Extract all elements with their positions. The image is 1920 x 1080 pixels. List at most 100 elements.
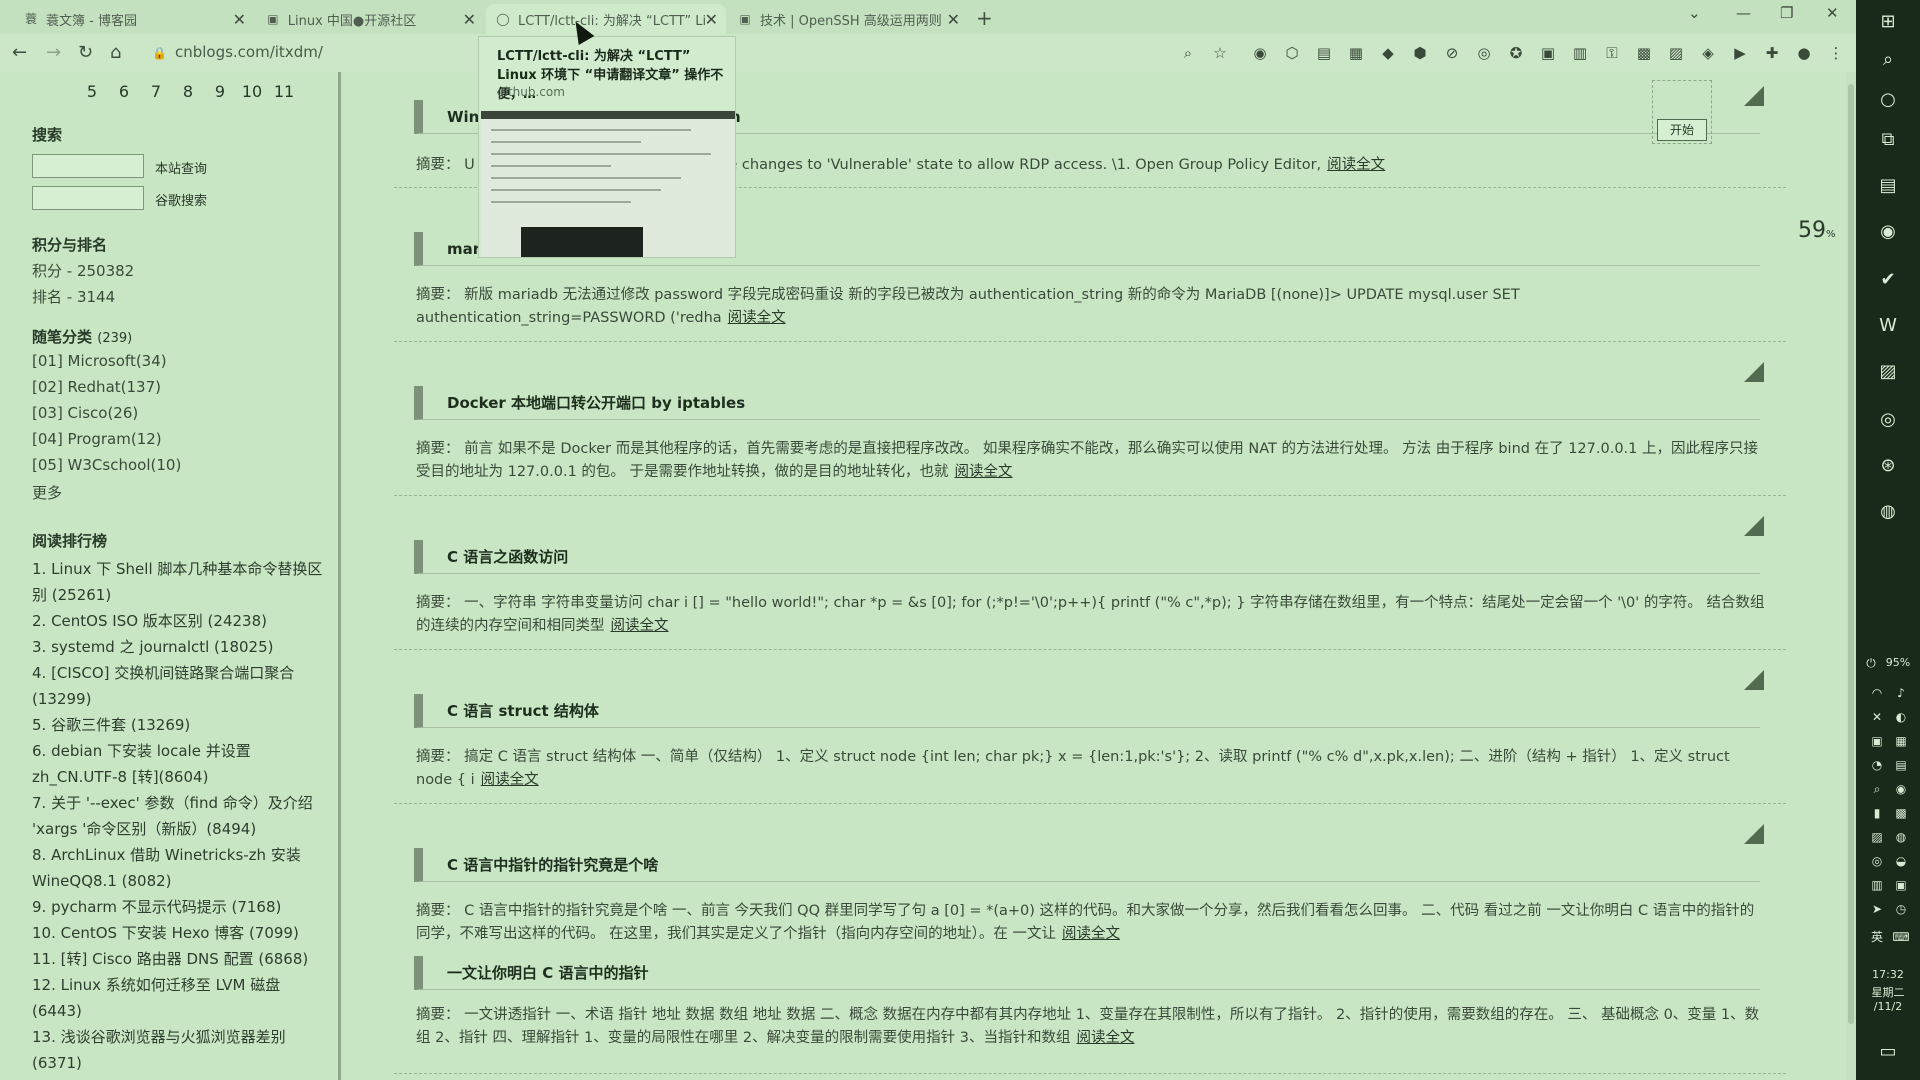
extension-icon[interactable]: ▣ (1538, 43, 1558, 63)
post-title[interactable]: C 语言之函数访问 (414, 540, 1760, 574)
site-search-input[interactable] (32, 154, 144, 178)
top-read-item[interactable]: 9. pycharm 不显示代码提示 (7168) (32, 894, 332, 920)
minimize-button[interactable]: — (1736, 4, 1751, 22)
windows-start-icon[interactable]: ⊞ (1872, 6, 1904, 38)
extension-icon[interactable]: ◎ (1474, 43, 1494, 63)
start-button[interactable]: 开始 (1657, 119, 1707, 141)
task-view-icon[interactable]: ⧉ (1872, 124, 1904, 156)
read-more-link[interactable]: 阅读全文 (955, 464, 1013, 480)
post-title[interactable]: 一文让你明白 C 语言中的指针 (414, 956, 1760, 990)
home-icon[interactable]: ⌂ (110, 42, 121, 63)
page-link[interactable]: 7 (140, 82, 172, 101)
post-title[interactable]: C 语言 struct 结构体 (414, 694, 1760, 728)
new-tab-button[interactable]: + (976, 6, 993, 30)
maximize-button[interactable]: ❐ (1780, 4, 1793, 22)
tab-cnblogs[interactable]: 蓑 蓑文簿 - 博客园 ✕ (14, 4, 254, 34)
top-read-item[interactable]: 1. Linux 下 Shell 脚本几种基本命令替换区别 (25261) (32, 556, 332, 608)
top-read-item[interactable]: 5. 谷歌三件套 (13269) (32, 712, 332, 738)
post-title[interactable]: Docker 本地端口转公开端口 by iptables (414, 386, 1760, 420)
tab-search-icon[interactable]: ⌄ (1688, 4, 1701, 22)
close-icon[interactable]: ✕ (947, 10, 960, 29)
category-link[interactable]: [01] Microsoft(34) (32, 352, 167, 370)
tray-icon[interactable]: ◉ (1892, 780, 1910, 798)
extension-icon[interactable]: ▥ (1570, 43, 1590, 63)
app-icon[interactable]: ▨ (1872, 356, 1904, 388)
tray-icon[interactable]: ◒ (1892, 852, 1910, 870)
read-more-link[interactable]: 阅读全文 (1327, 157, 1385, 173)
menu-icon[interactable]: ⋮ (1826, 43, 1846, 63)
extension-icon[interactable]: ◆ (1378, 43, 1398, 63)
category-link[interactable]: [04] Program(12) (32, 430, 162, 448)
wechat-icon[interactable]: ◐ (1892, 708, 1910, 726)
close-icon[interactable]: ✕ (233, 10, 246, 29)
top-read-item[interactable]: 3. systemd 之 journalctl (18025) (32, 634, 332, 660)
extension-icon[interactable]: ⬡ (1282, 43, 1302, 63)
tab-linux-cn[interactable]: ▣ Linux 中国●开源社区 ✕ (256, 4, 484, 34)
tray-icon[interactable]: ▥ (1868, 876, 1886, 894)
page-scrollbar[interactable] (1846, 72, 1856, 1080)
read-more-link[interactable]: 阅读全文 (481, 772, 539, 788)
app-icon[interactable]: ✔ (1872, 264, 1904, 296)
chrome-icon[interactable]: ◎ (1872, 404, 1904, 436)
tray-icon[interactable]: ◍ (1892, 828, 1910, 846)
page-link[interactable]: 9 (204, 82, 236, 101)
category-link[interactable]: [02] Redhat(137) (32, 378, 161, 396)
page-link[interactable]: 11 (268, 82, 300, 101)
tray-icon[interactable]: ▣ (1868, 732, 1886, 750)
extension-icon[interactable]: ▦ (1346, 43, 1366, 63)
top-read-item[interactable]: 7. 关于 '--exec' 参数（find 命令）及介绍 'xargs '命令… (32, 790, 332, 842)
top-read-item[interactable]: 8. ArchLinux 借助 Winetricks-zh 安装 WineQQ8… (32, 842, 332, 894)
tray-icon[interactable]: ▨ (1868, 828, 1886, 846)
clock-time[interactable]: 17:32 (1856, 968, 1920, 981)
reload-icon[interactable]: ↻ (78, 42, 93, 63)
post-title[interactable]: C 语言中指针的指针究竟是个啥 (414, 848, 1760, 882)
top-read-item[interactable]: 4. [CISCO] 交换机间链路聚合端口聚合 (13299) (32, 660, 332, 712)
top-read-item[interactable]: 6. debian 下安装 locale 并设置 zh_CN.UTF-8 [转]… (32, 738, 332, 790)
keyboard-icon[interactable]: ⌨ (1892, 928, 1910, 946)
address-bar[interactable]: 🔒 cnblogs.com/itxdm/ (152, 43, 323, 61)
tray-icon[interactable]: ✕ (1868, 708, 1886, 726)
wifi-icon[interactable]: ◠ (1868, 684, 1886, 702)
tab-lctt-cli[interactable]: ◯ LCTT/lctt-cli: 为解决 “LCTT” Li ✕ (486, 4, 726, 34)
back-icon[interactable]: ← (12, 42, 27, 63)
cortana-icon[interactable]: ○ (1872, 84, 1904, 116)
forward-icon[interactable]: → (46, 42, 61, 63)
tray-icon[interactable]: ▩ (1892, 804, 1910, 822)
tray-icon[interactable]: ◎ (1868, 852, 1886, 870)
read-more-link[interactable]: 阅读全文 (1062, 926, 1120, 942)
extension-icon[interactable]: ▩ (1634, 43, 1654, 63)
top-read-item[interactable]: 12. Linux 系统如何迁移至 LVM 磁盘 (6443) (32, 972, 332, 1024)
category-link[interactable]: [05] W3Cschool(10) (32, 456, 181, 474)
scroll-thumb[interactable] (1848, 84, 1854, 1024)
extension-icon[interactable]: ▨ (1666, 43, 1686, 63)
tray-icon[interactable]: ⌕ (1868, 780, 1886, 798)
read-more-link[interactable]: 阅读全文 (728, 310, 786, 326)
extension-icon[interactable]: ◉ (1250, 43, 1270, 63)
tray-icon[interactable]: ◷ (1892, 900, 1910, 918)
read-more-link[interactable]: 阅读全文 (1076, 1030, 1134, 1046)
more-categories-link[interactable]: 更多 (32, 482, 62, 503)
close-icon[interactable]: ✕ (705, 10, 718, 29)
page-link[interactable]: 10 (236, 82, 268, 101)
extension-icon[interactable]: ⬢ (1410, 43, 1430, 63)
page-link[interactable]: 5 (76, 82, 108, 101)
google-search-input[interactable] (32, 186, 144, 210)
extension-icon[interactable]: ⚿ (1602, 43, 1622, 63)
site-search-button[interactable]: 本站查询 (155, 158, 207, 177)
zoom-icon[interactable]: ⌕ (1178, 43, 1198, 63)
extension-icon[interactable]: ⊘ (1442, 43, 1462, 63)
extension-icon[interactable]: ✪ (1506, 43, 1526, 63)
tray-icon[interactable]: ▣ (1892, 876, 1910, 894)
notification-icon[interactable]: ▭ (1872, 1036, 1904, 1068)
page-link[interactable]: 6 (108, 82, 140, 101)
tray-icon[interactable]: ▦ (1892, 732, 1910, 750)
close-icon[interactable]: ✕ (463, 10, 476, 29)
category-link[interactable]: [03] Cisco(26) (32, 404, 138, 422)
clock-date[interactable]: /11/2 (1856, 1000, 1920, 1013)
firefox-icon[interactable]: ◉ (1872, 216, 1904, 248)
app-icon[interactable]: ▤ (1872, 170, 1904, 202)
bookmark-star-icon[interactable]: ☆ (1210, 43, 1230, 63)
extension-icon[interactable]: ▤ (1314, 43, 1334, 63)
tray-icon[interactable]: ➤ (1868, 900, 1886, 918)
extension-icon[interactable]: ◈ (1698, 43, 1718, 63)
